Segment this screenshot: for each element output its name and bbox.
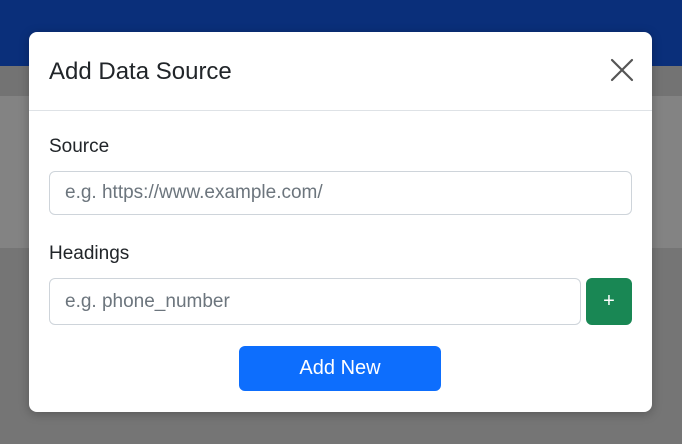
- close-button[interactable]: [610, 58, 634, 82]
- source-label: Source: [49, 136, 110, 157]
- modal-header: Add Data Source: [29, 32, 652, 111]
- headings-label: Headings: [49, 243, 130, 264]
- close-icon: [610, 58, 634, 82]
- modal-title: Add Data Source: [49, 58, 232, 85]
- add-heading-button[interactable]: +: [586, 278, 632, 325]
- add-data-source-modal: Add Data Source Source Headings + Add Ne…: [29, 32, 652, 412]
- source-input[interactable]: [49, 171, 632, 215]
- plus-icon: +: [603, 290, 615, 312]
- add-new-button[interactable]: Add New: [239, 346, 441, 391]
- headings-input[interactable]: [49, 278, 581, 325]
